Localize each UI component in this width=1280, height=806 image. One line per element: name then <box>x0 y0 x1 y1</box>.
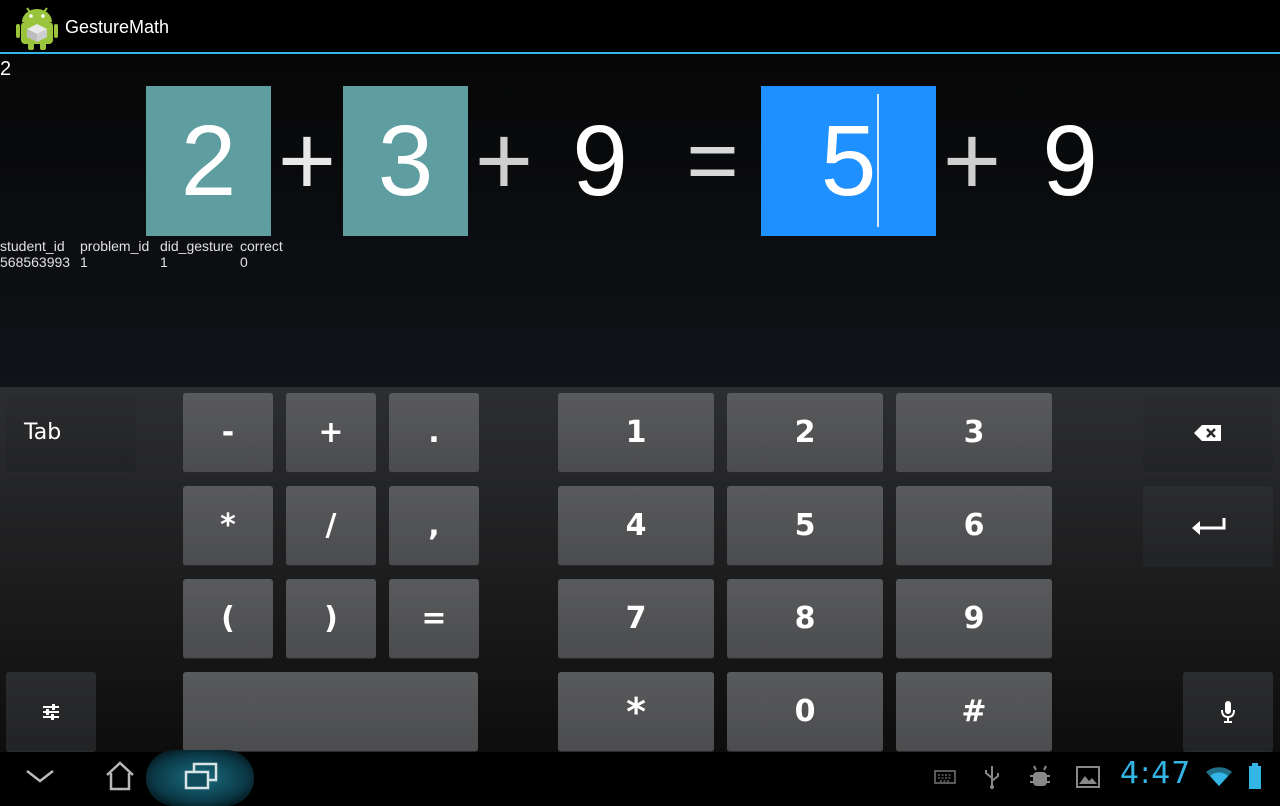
equation-plus-2: + <box>474 104 534 217</box>
key-star[interactable]: * <box>558 672 714 752</box>
equation-term-box-2[interactable]: 3 <box>343 86 468 236</box>
key-settings[interactable] <box>6 672 96 752</box>
system-nav-bar: 4:47 <box>0 750 1280 806</box>
key-tab[interactable]: Tab <box>6 393 136 473</box>
key-enter[interactable] <box>1143 486 1273 566</box>
log-value-did-gesture: 1 <box>160 254 168 270</box>
equation-plus-3: + <box>942 104 1002 217</box>
app-title: GestureMath <box>65 17 170 37</box>
key-1[interactable]: 1 <box>558 393 714 473</box>
key-7[interactable]: 7 <box>558 579 714 659</box>
equation-term-box-1[interactable]: 2 <box>146 86 271 236</box>
gallery-icon <box>1076 766 1100 788</box>
log-header-did-gesture: did_gesture <box>160 238 234 254</box>
key-backspace[interactable] <box>1143 393 1273 473</box>
key-4[interactable]: 4 <box>558 486 714 566</box>
key-9[interactable]: 9 <box>896 579 1052 659</box>
key-slash[interactable]: / <box>286 486 376 566</box>
key-8[interactable]: 8 <box>727 579 883 659</box>
log-value-correct: 0 <box>240 254 248 270</box>
key-right-paren[interactable]: ) <box>286 579 376 659</box>
backspace-icon <box>1194 424 1221 441</box>
battery-icon[interactable] <box>1248 762 1262 790</box>
key-equals[interactable]: = <box>389 579 479 659</box>
answer-input[interactable]: 5 <box>761 86 936 236</box>
equation-right-term[interactable]: 9 <box>1020 86 1120 236</box>
key-0[interactable]: 0 <box>727 672 883 752</box>
clock[interactable]: 4:47 <box>1120 756 1191 791</box>
soft-keyboard: Tab - + . 1 2 3 * / , 4 5 6 ( ) = 7 8 9 … <box>0 387 1280 752</box>
key-dot[interactable]: . <box>389 393 479 473</box>
log-header-student-id: student_id <box>0 238 65 254</box>
key-asterisk[interactable]: * <box>183 486 273 566</box>
home-icon[interactable] <box>104 760 136 792</box>
key-microphone[interactable] <box>1183 672 1273 752</box>
key-minus[interactable]: - <box>183 393 273 473</box>
log-value-problem-id: 1 <box>80 254 88 270</box>
equation-equals: = <box>686 110 739 211</box>
key-2[interactable]: 2 <box>727 393 883 473</box>
key-plus[interactable]: + <box>286 393 376 473</box>
problem-counter: 2 <box>0 58 12 80</box>
microphone-icon <box>1221 700 1235 723</box>
back-icon[interactable] <box>24 768 56 784</box>
key-comma[interactable]: , <box>389 486 479 566</box>
text-cursor <box>877 94 879 227</box>
enter-icon <box>1192 517 1226 535</box>
android-app-icon <box>16 7 58 50</box>
settings-sliders-icon <box>43 703 59 720</box>
key-left-paren[interactable]: ( <box>183 579 273 659</box>
key-3[interactable]: 3 <box>896 393 1052 473</box>
log-header-problem-id: problem_id <box>80 238 150 254</box>
wifi-icon[interactable] <box>1205 764 1233 788</box>
key-6[interactable]: 6 <box>896 486 1052 566</box>
key-hash[interactable]: # <box>896 672 1052 752</box>
log-value-student-id: 568563993 <box>0 254 71 270</box>
recents-icon[interactable] <box>184 762 218 790</box>
key-5[interactable]: 5 <box>727 486 883 566</box>
equation-plus-1: + <box>277 104 337 217</box>
keyboard-icon <box>934 770 956 784</box>
content-area: 2 2 + 3 + 9 = 5 + 9 student_id problem_i… <box>0 54 1280 387</box>
action-bar: GestureMath <box>0 0 1280 54</box>
debug-icon <box>1030 765 1050 786</box>
key-space[interactable] <box>183 672 478 752</box>
equation-term-3[interactable]: 9 <box>550 86 650 236</box>
log-header-correct: correct <box>240 238 283 254</box>
usb-icon <box>985 766 999 789</box>
